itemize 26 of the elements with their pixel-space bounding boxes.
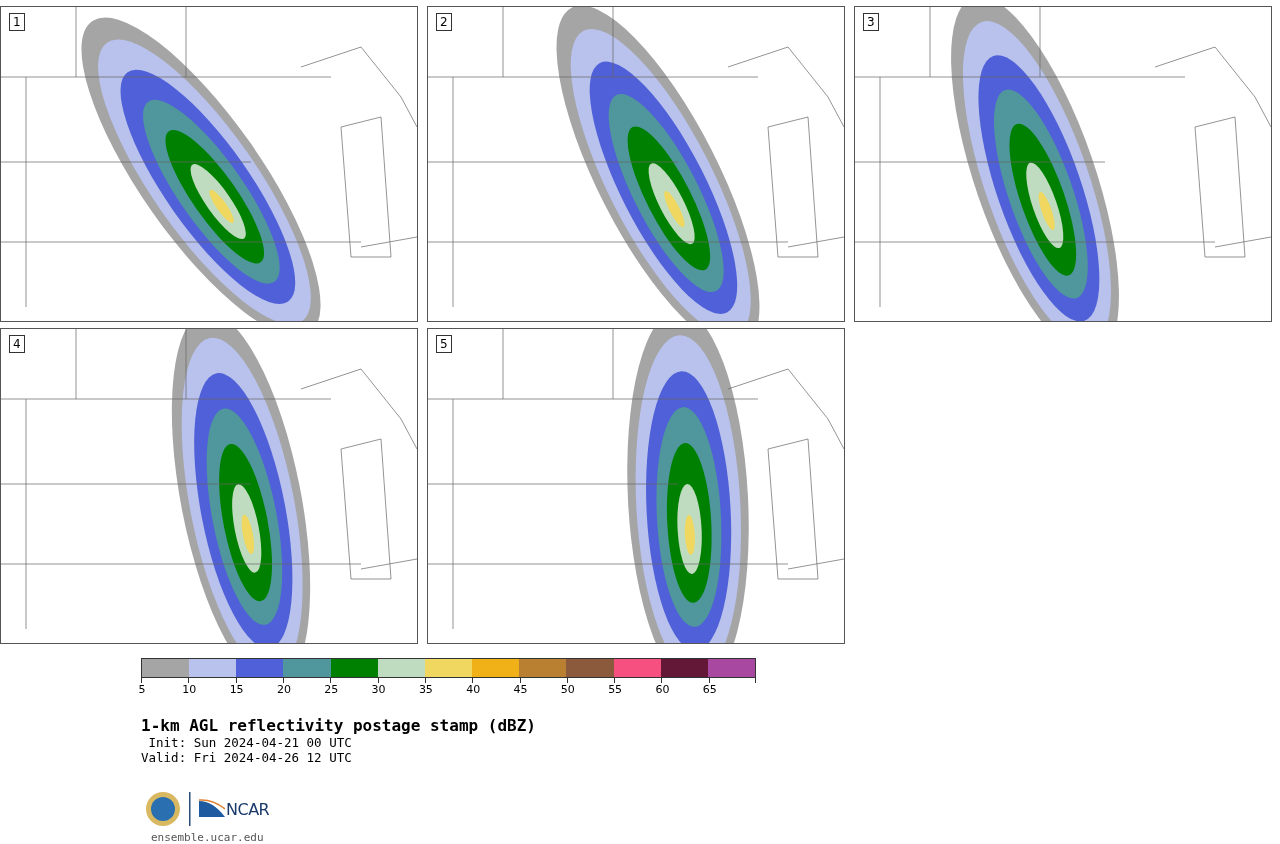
- tick-label: 20: [276, 683, 291, 696]
- tick-label: 35: [418, 683, 433, 696]
- tick-label: 50: [560, 683, 575, 696]
- panel-number: 5: [436, 335, 452, 353]
- tick-label: 45: [513, 683, 528, 696]
- tick-label: 60: [655, 683, 670, 696]
- divider-line: [189, 792, 191, 826]
- tick-label: 40: [466, 683, 481, 696]
- panel-number: 4: [9, 335, 25, 353]
- tick-label: 65: [702, 683, 717, 696]
- chart-title: 1-km AGL reflectivity postage stamp (dBZ): [141, 716, 537, 735]
- tick-label: 15: [229, 683, 244, 696]
- init-time: Init: Sun 2024-04-21 00 UTC: [147, 735, 353, 750]
- panel-number: 2: [436, 13, 452, 31]
- ncar-logo-icon: [199, 799, 225, 819]
- nsf-logo-icon: [145, 791, 181, 827]
- tick-label: 10: [182, 683, 197, 696]
- tick-label: 5: [138, 683, 146, 696]
- tick-label: 25: [324, 683, 339, 696]
- tick-label: 55: [608, 683, 623, 696]
- panel-number: 3: [863, 13, 879, 31]
- valid-time: Valid: Fri 2024-04-26 12 UTC: [141, 750, 353, 765]
- website-url: ensemble.ucar.edu: [151, 831, 265, 844]
- tick-label: 30: [371, 683, 386, 696]
- ncar-wordmark: NCAR: [226, 800, 270, 819]
- panel-number: 1: [9, 13, 25, 31]
